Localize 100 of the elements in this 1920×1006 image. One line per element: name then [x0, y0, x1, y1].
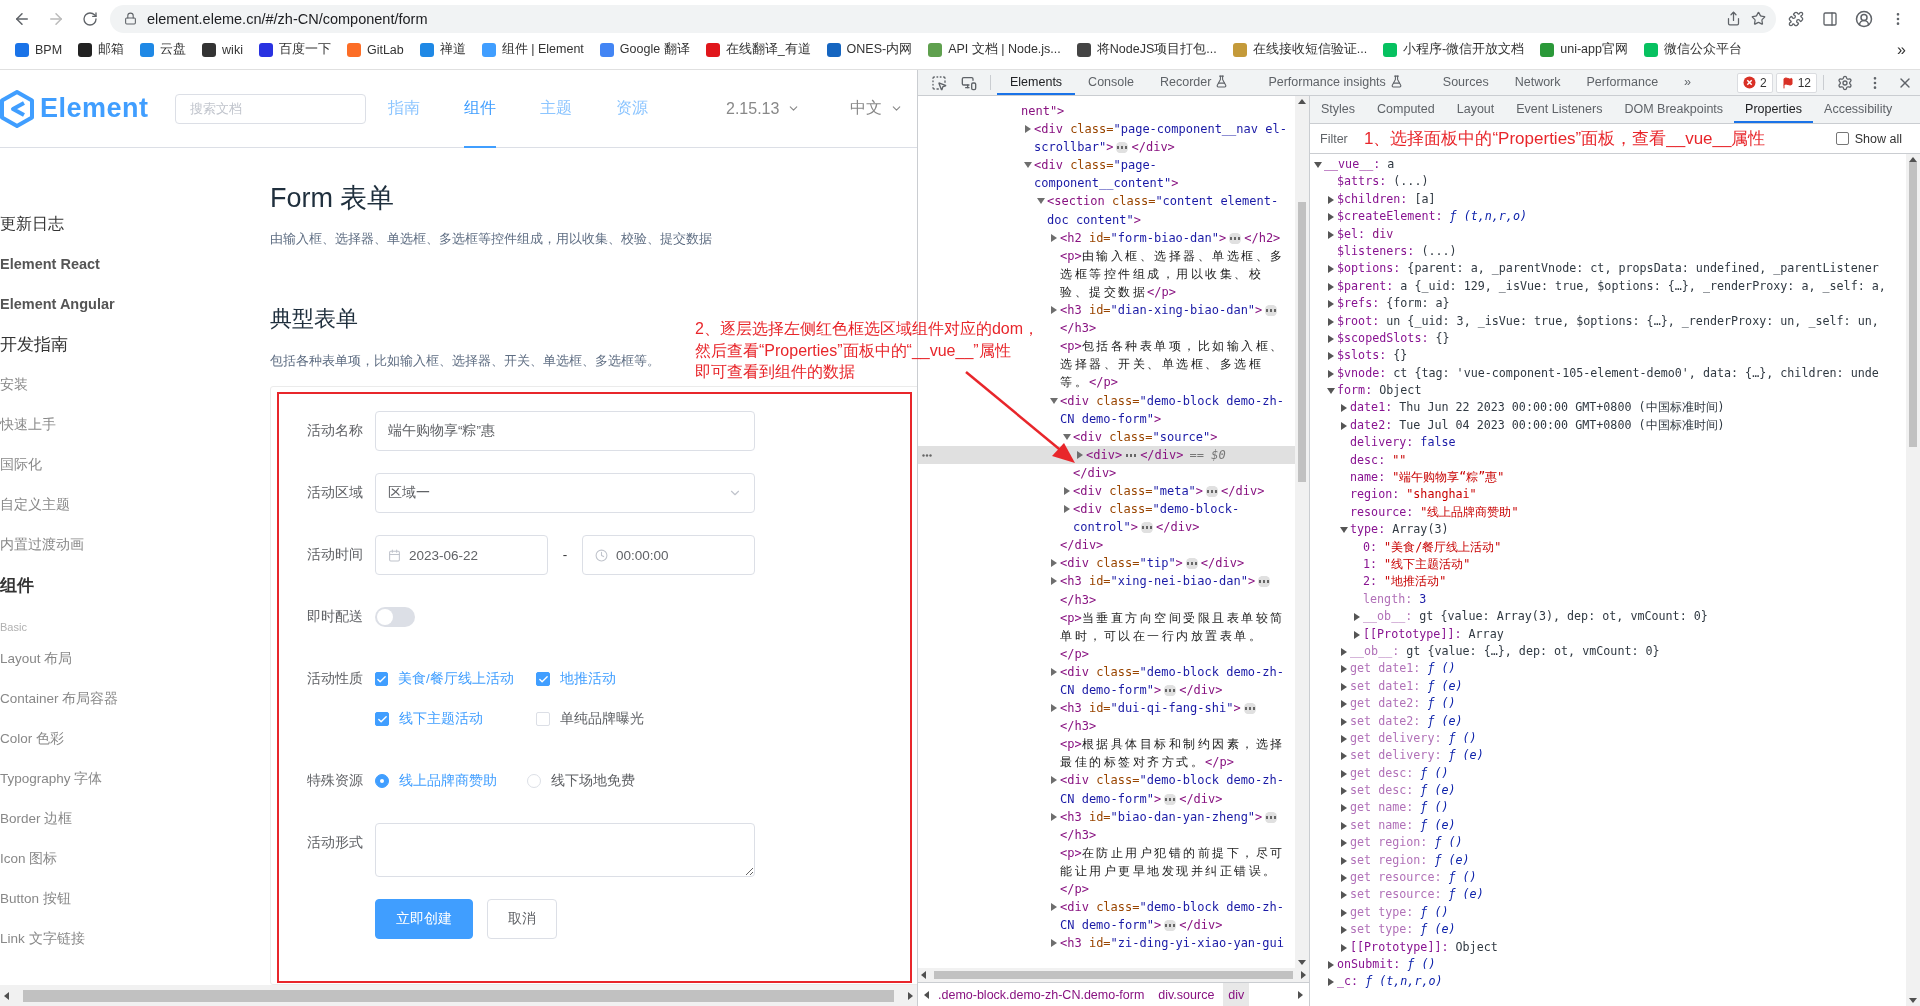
star-icon[interactable]: [1751, 11, 1766, 26]
disclosure-triangle-icon[interactable]: [1353, 630, 1361, 639]
bookmark[interactable]: 在线翻译_有道: [698, 37, 818, 62]
disclosure-triangle-icon[interactable]: [1050, 667, 1058, 676]
markup-text[interactable]: <div class="meta"> </div>: [1073, 481, 1265, 501]
vertical-scrollbar[interactable]: [1906, 154, 1920, 1006]
checkbox-option[interactable]: 单纯品牌曝光: [536, 699, 668, 739]
breadcrumb[interactable]: div: [1223, 983, 1250, 1006]
sidebar-link[interactable]: 更新日志: [0, 204, 270, 244]
pane-tab[interactable]: Event Listeners: [1505, 96, 1614, 123]
disclosure-triangle-icon[interactable]: [1327, 195, 1335, 204]
ellipsis-icon[interactable]: [922, 453, 932, 457]
bookmark[interactable]: 云盘: [133, 37, 194, 62]
disclosure-triangle-icon[interactable]: [1063, 505, 1071, 514]
disclosure-triangle-icon[interactable]: [1340, 874, 1348, 882]
share-icon[interactable]: [1726, 11, 1741, 26]
disclosure-triangle-icon[interactable]: [1340, 717, 1348, 726]
checkbox[interactable]: [375, 672, 388, 686]
disclosure-triangle-icon[interactable]: [1050, 704, 1058, 713]
disclosure-triangle-icon[interactable]: [1327, 265, 1335, 274]
sidebar-link[interactable]: Color 色彩: [0, 719, 270, 759]
language-dropdown[interactable]: 中文: [850, 70, 904, 147]
bookmark[interactable]: 小程序-微信开放文档: [1376, 37, 1532, 62]
date-field[interactable]: 2023-06-22: [375, 535, 548, 575]
error-badge[interactable]: 2: [1736, 72, 1773, 93]
sidebar-link[interactable]: Element React: [0, 244, 270, 284]
version-dropdown[interactable]: 2.15.13: [726, 70, 801, 147]
bookmark[interactable]: 禅道: [412, 37, 473, 62]
markup-text[interactable]: <div class="tip"> </div>: [1060, 554, 1245, 573]
pane-tab[interactable]: DOM Breakpoints: [1613, 96, 1735, 123]
more-bookmarks-button[interactable]: »: [1891, 39, 1912, 60]
devtools-tab[interactable]: Console: [1075, 70, 1147, 95]
disclosure-triangle-icon[interactable]: [1050, 559, 1058, 568]
disclosure-triangle-icon[interactable]: [1340, 752, 1348, 761]
bookmark[interactable]: wiki: [195, 38, 250, 61]
disclosure-triangle-icon[interactable]: [1050, 396, 1058, 405]
devtools-tab[interactable]: Performance insights: [1255, 70, 1416, 95]
disclosure-triangle-icon[interactable]: [1340, 526, 1348, 535]
markup-text[interactable]: <h3 id="dian-xing-biao-dan"> </h3>: [1060, 301, 1291, 338]
disclosure-triangle-icon[interactable]: [1050, 939, 1058, 948]
markup-text[interactable]: <div class="demo-block demo-zh-CN demo-form">: [1060, 391, 1291, 428]
markup-text[interactable]: <div class="demo-block demo-zh-CN demo-form"> </div>: [1060, 898, 1291, 935]
disclosure-triangle-icon[interactable]: [1327, 978, 1335, 987]
bookmark[interactable]: uni-app官网: [1533, 37, 1635, 62]
disclosure-triangle-icon[interactable]: [1050, 306, 1058, 315]
text-field[interactable]: 端午购物享“粽”惠: [375, 411, 755, 451]
disclosure-triangle-icon[interactable]: [1340, 734, 1348, 743]
devtools-tab[interactable]: Recorder: [1147, 70, 1242, 95]
disclosure-triangle-icon[interactable]: [1327, 282, 1335, 291]
sidebar-link[interactable]: 自定义主题: [0, 485, 270, 525]
markup-text[interactable]: <div class="demo-block demo-zh-CN demo-form"> </div>: [1060, 662, 1291, 700]
search-field[interactable]: 搜索文档: [175, 93, 366, 124]
disclosure-triangle-icon[interactable]: [1327, 334, 1335, 343]
issues-badge[interactable]: 12: [1775, 72, 1817, 93]
sidebar-link[interactable]: 内置过渡动画: [0, 525, 270, 565]
bookmark[interactable]: BPM: [8, 38, 70, 61]
address-bar[interactable]: element.eleme.cn/#/zh-CN/component/form: [110, 4, 1776, 33]
markup-text[interactable]: <h2 id="form-biao-dan"> </h2>: [1060, 228, 1281, 247]
disclosure-triangle-icon[interactable]: [1327, 387, 1335, 396]
bookmark[interactable]: Google 翻译: [592, 37, 697, 62]
markup-text[interactable]: nent">: [1021, 102, 1065, 121]
show-all-checkbox[interactable]: Show all: [1835, 131, 1902, 146]
disclosure-triangle-icon[interactable]: [1050, 903, 1058, 912]
disclosure-triangle-icon[interactable]: [1327, 369, 1335, 378]
selected-row-highlight[interactable]: <div> </div> == $0: [918, 445, 1295, 464]
sidebar-link[interactable]: Layout 布局: [0, 639, 270, 679]
sidebar-link[interactable]: 国际化: [0, 445, 270, 485]
disclosure-triangle-icon[interactable]: [1340, 682, 1348, 691]
disclosure-triangle-icon[interactable]: [1340, 856, 1348, 865]
disclosure-triangle-icon[interactable]: [1050, 233, 1058, 242]
disclosure-triangle-icon[interactable]: [1340, 769, 1348, 778]
devtools-tab[interactable]: Sources: [1429, 70, 1502, 95]
markup-text[interactable]: <p>包括各种表单项，比如输入框、选择器、开关、单选框、多选框等。</p>: [1060, 337, 1291, 392]
cancel-button[interactable]: 取消: [487, 899, 557, 939]
markup-text[interactable]: <h3 id="biao-dan-yan-zheng"> </h3>: [1060, 807, 1291, 844]
bookmark[interactable]: 微信公众平台: [1637, 37, 1749, 62]
sidebar-link[interactable]: 安装: [0, 365, 270, 405]
disclosure-triangle-icon[interactable]: [1340, 926, 1348, 935]
devtools-tab[interactable]: Elements: [997, 70, 1076, 95]
markup-text[interactable]: <p>由输入框、选择器、单选框、多选框等控件组成，用以收集、校验、提交数据</p>: [1060, 246, 1291, 302]
pane-tab[interactable]: Accessibility: [1813, 96, 1904, 123]
disclosure-triangle-icon[interactable]: [1050, 812, 1058, 821]
disclosure-triangle-icon[interactable]: [1063, 486, 1071, 495]
more-tabs-button[interactable]: »: [1671, 70, 1705, 95]
disclosure-triangle-icon[interactable]: [1340, 665, 1348, 674]
toggle-switch[interactable]: [375, 607, 415, 627]
sidebar-section-heading[interactable]: 开发指南: [0, 324, 270, 365]
sidebar-section-heading[interactable]: 组件: [0, 565, 270, 606]
pane-tab[interactable]: Styles: [1310, 96, 1367, 123]
bookmark[interactable]: 邮箱: [71, 37, 132, 62]
disclosure-triangle-icon[interactable]: [1063, 432, 1071, 441]
disclosure-triangle-icon[interactable]: [1340, 908, 1348, 917]
disclosure-triangle-icon[interactable]: [1050, 776, 1058, 785]
bookmark[interactable]: GitLab: [339, 38, 411, 61]
markup-text[interactable]: <h3 id="xing-nei-biao-dan"> </h3>: [1060, 572, 1291, 609]
disclosure-triangle-icon[interactable]: [1340, 700, 1348, 709]
markup-text[interactable]: <div> </div> == $0: [1086, 445, 1226, 464]
disclosure-triangle-icon[interactable]: [1340, 404, 1348, 413]
markup-text[interactable]: </div>: [1073, 463, 1117, 482]
disclosure-triangle-icon[interactable]: [1314, 161, 1322, 169]
